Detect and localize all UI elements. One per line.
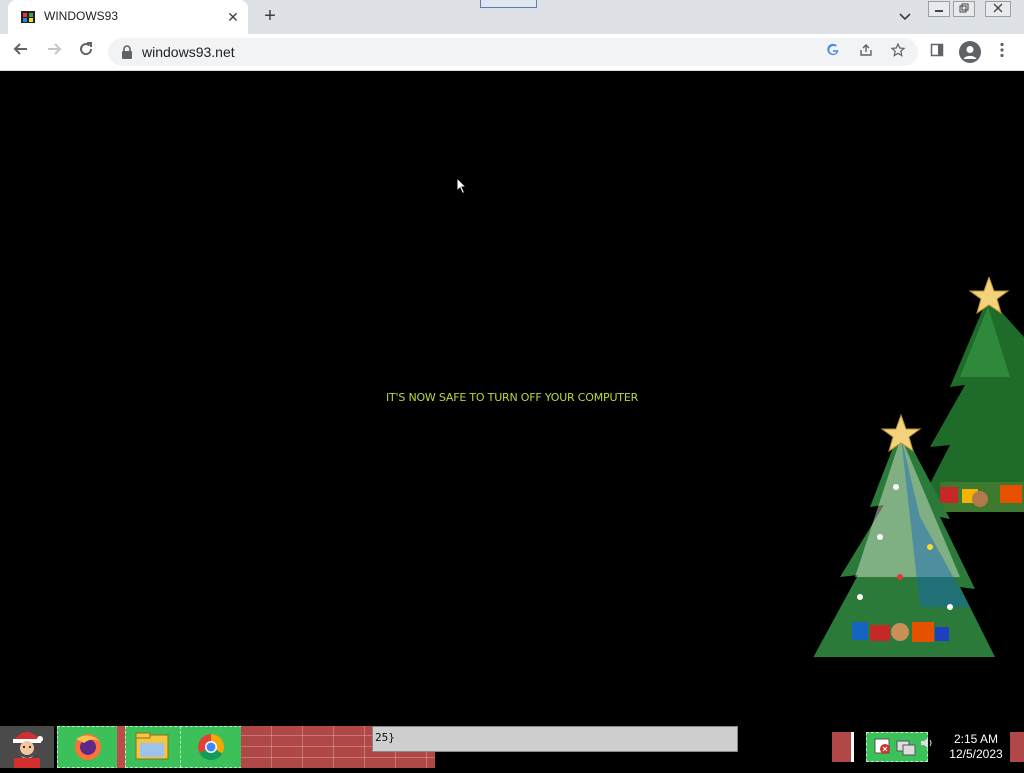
profile-icon[interactable] xyxy=(959,41,981,63)
christmas-tree-back xyxy=(918,297,1024,512)
tray-red-block xyxy=(832,732,854,762)
menu-icon[interactable] xyxy=(992,42,1012,62)
google-icon[interactable] xyxy=(823,42,843,62)
taskbar-separator xyxy=(117,726,125,768)
reload-button[interactable] xyxy=(74,40,98,64)
taskbar-app-file-manager[interactable] xyxy=(125,726,187,768)
taskbar-app-chrome[interactable] xyxy=(180,726,242,768)
clock-time: 2:15 AM xyxy=(953,732,999,746)
mouse-cursor-icon xyxy=(456,177,468,195)
taskbar-app-firefox[interactable] xyxy=(57,726,119,768)
lock-icon xyxy=(122,45,132,59)
volume-icon[interactable] xyxy=(918,736,936,754)
window-close-button[interactable] xyxy=(985,1,1011,17)
taskbar-window-entry[interactable]: 25} xyxy=(372,726,738,752)
address-url[interactable]: windows93.net xyxy=(142,44,235,60)
bookmark-star-icon[interactable] xyxy=(888,42,908,62)
browser-tab[interactable]: WINDOWS93 ✕ xyxy=(8,0,248,34)
restore-button[interactable] xyxy=(953,1,975,17)
address-bar[interactable]: windows93.net xyxy=(108,38,918,66)
taskbar: 25} 2:15 AM 12/5/2023 xyxy=(0,726,1024,768)
side-panel-icon[interactable] xyxy=(927,42,947,62)
share-icon[interactable] xyxy=(856,42,876,62)
forward-arrow-icon xyxy=(48,43,62,55)
file-manager-icon xyxy=(135,732,169,760)
tab-search-icon[interactable] xyxy=(893,6,917,28)
window-title-notch xyxy=(480,0,537,8)
windows93-favicon-icon xyxy=(21,11,35,23)
back-arrow-icon xyxy=(13,43,27,55)
tab-strip: WINDOWS93 ✕ + xyxy=(0,0,1024,34)
santa-icon xyxy=(13,732,43,768)
tab-close-icon[interactable]: ✕ xyxy=(224,8,242,26)
system-clock[interactable]: 2:15 AM 12/5/2023 xyxy=(940,732,1012,762)
minimize-button[interactable] xyxy=(928,1,950,17)
christmas-trees-decoration xyxy=(813,277,1024,657)
browser-toolbar: windows93.net xyxy=(0,34,1024,71)
show-desktop-button[interactable] xyxy=(1010,732,1024,762)
back-button[interactable] xyxy=(9,40,33,64)
page-viewport[interactable]: IT'S NOW SAFE TO TURN OFF YOUR COMPUTER xyxy=(0,72,1024,726)
firefox-icon xyxy=(75,734,101,760)
tab-title: WINDOWS93 xyxy=(44,9,119,23)
clock-date: 12/5/2023 xyxy=(949,747,1003,761)
chrome-icon xyxy=(198,734,225,761)
start-button[interactable] xyxy=(0,726,54,768)
new-tab-button[interactable]: + xyxy=(258,5,282,29)
forward-button[interactable] xyxy=(42,40,66,64)
reload-icon xyxy=(80,42,93,56)
